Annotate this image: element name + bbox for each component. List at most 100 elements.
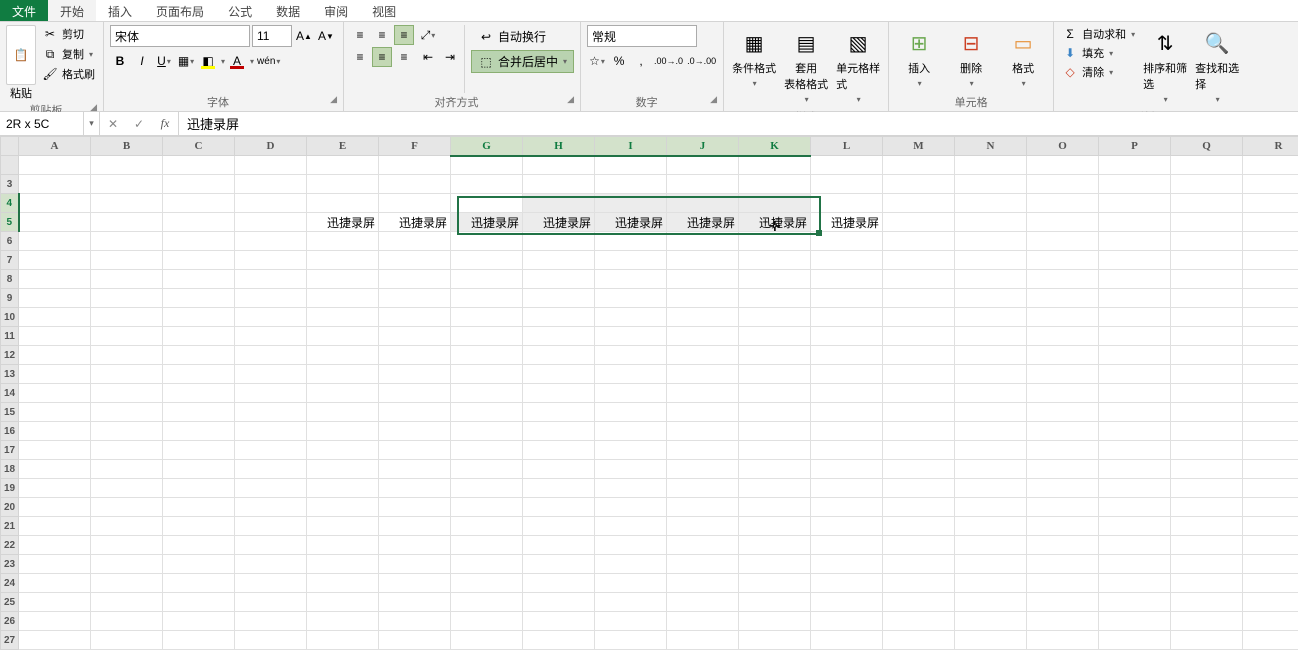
cell-L26[interactable] xyxy=(811,612,883,631)
row-header-10[interactable]: 10 xyxy=(1,308,19,327)
cell-J17[interactable] xyxy=(667,441,739,460)
cell-K10[interactable] xyxy=(739,308,811,327)
merge-center-button[interactable]: ⬚合并后居中▾ xyxy=(471,50,574,73)
cell-R10[interactable] xyxy=(1243,308,1298,327)
tab-insert[interactable]: 插入 xyxy=(96,0,144,21)
cell-L7[interactable] xyxy=(811,251,883,270)
cell-L14[interactable] xyxy=(811,384,883,403)
cell-Q7[interactable] xyxy=(1171,251,1243,270)
increase-indent-button[interactable]: ⇥ xyxy=(440,47,460,67)
cell-R11[interactable] xyxy=(1243,327,1298,346)
cell-P21[interactable] xyxy=(1099,517,1171,536)
cell-Q19[interactable] xyxy=(1171,479,1243,498)
cell-K8[interactable] xyxy=(739,270,811,289)
col-header-A[interactable]: A xyxy=(19,137,91,156)
cell-C6[interactable] xyxy=(163,232,235,251)
cell-B5[interactable] xyxy=(91,213,163,232)
cell-K11[interactable] xyxy=(739,327,811,346)
cell-K7[interactable] xyxy=(739,251,811,270)
cell-G6[interactable] xyxy=(451,232,523,251)
orientation-button[interactable]: ⤢▾ xyxy=(418,25,438,45)
cell-F15[interactable] xyxy=(379,403,451,422)
cell-Q9[interactable] xyxy=(1171,289,1243,308)
delete-cells-button[interactable]: ⊟删除▾ xyxy=(947,25,995,93)
align-dialog-icon[interactable]: ◢ xyxy=(567,94,574,105)
cell-B7[interactable] xyxy=(91,251,163,270)
cell-I21[interactable] xyxy=(595,517,667,536)
cell-C17[interactable] xyxy=(163,441,235,460)
cell-H17[interactable] xyxy=(523,441,595,460)
cell-R14[interactable] xyxy=(1243,384,1298,403)
cell-F18[interactable] xyxy=(379,460,451,479)
cell-G13[interactable] xyxy=(451,365,523,384)
sort-filter-button[interactable]: ⇅排序和筛选▾ xyxy=(1141,25,1189,108)
col-header-C[interactable]: C xyxy=(163,137,235,156)
cell-O11[interactable] xyxy=(1027,327,1099,346)
cell-F26[interactable] xyxy=(379,612,451,631)
cell-M13[interactable] xyxy=(883,365,955,384)
row-header-16[interactable]: 16 xyxy=(1,422,19,441)
tab-home[interactable]: 开始 xyxy=(48,0,96,21)
cell-I6[interactable] xyxy=(595,232,667,251)
cell-J21[interactable] xyxy=(667,517,739,536)
cell-D6[interactable] xyxy=(235,232,307,251)
row-header-12[interactable]: 12 xyxy=(1,346,19,365)
decrease-indent-button[interactable]: ⇤ xyxy=(418,47,438,67)
cell-C24[interactable] xyxy=(163,574,235,593)
cell-I18[interactable] xyxy=(595,460,667,479)
cell-L5[interactable]: 迅捷录屏 xyxy=(811,213,883,232)
cell-C2[interactable] xyxy=(163,156,235,175)
cell-E7[interactable] xyxy=(307,251,379,270)
cell-L27[interactable] xyxy=(811,631,883,650)
row-header-19[interactable]: 19 xyxy=(1,479,19,498)
cell-E8[interactable] xyxy=(307,270,379,289)
cell-G4[interactable] xyxy=(451,194,523,213)
cell-Q12[interactable] xyxy=(1171,346,1243,365)
cell-P4[interactable] xyxy=(1099,194,1171,213)
cell-K17[interactable] xyxy=(739,441,811,460)
underline-button[interactable]: U▾ xyxy=(154,51,174,71)
align-left-button[interactable]: ≡ xyxy=(350,47,370,67)
cell-E27[interactable] xyxy=(307,631,379,650)
cell-Q18[interactable] xyxy=(1171,460,1243,479)
cell-Q2[interactable] xyxy=(1171,156,1243,175)
col-header-N[interactable]: N xyxy=(955,137,1027,156)
cell-Q8[interactable] xyxy=(1171,270,1243,289)
cell-I20[interactable] xyxy=(595,498,667,517)
cell-R12[interactable] xyxy=(1243,346,1298,365)
cell-G15[interactable] xyxy=(451,403,523,422)
bold-button[interactable]: B xyxy=(110,51,130,71)
cell-H27[interactable] xyxy=(523,631,595,650)
cell-P5[interactable] xyxy=(1099,213,1171,232)
cell-E23[interactable] xyxy=(307,555,379,574)
cell-G25[interactable] xyxy=(451,593,523,612)
cell-I9[interactable] xyxy=(595,289,667,308)
fill-color-button[interactable]: ◧ xyxy=(198,51,218,71)
cell-O13[interactable] xyxy=(1027,365,1099,384)
row-header-4[interactable]: 4 xyxy=(1,194,19,213)
cell-Q15[interactable] xyxy=(1171,403,1243,422)
cell-O7[interactable] xyxy=(1027,251,1099,270)
cell-L10[interactable] xyxy=(811,308,883,327)
cell-F11[interactable] xyxy=(379,327,451,346)
cell-M17[interactable] xyxy=(883,441,955,460)
cell-P16[interactable] xyxy=(1099,422,1171,441)
cell-L25[interactable] xyxy=(811,593,883,612)
fill-button[interactable]: ⬇填充▾ xyxy=(1060,44,1137,62)
cell-A20[interactable] xyxy=(19,498,91,517)
cell-O19[interactable] xyxy=(1027,479,1099,498)
decrease-decimal-button[interactable]: .0→.00 xyxy=(686,51,717,71)
row-header-8[interactable]: 8 xyxy=(1,270,19,289)
cell-G10[interactable] xyxy=(451,308,523,327)
cell-M6[interactable] xyxy=(883,232,955,251)
cell-M19[interactable] xyxy=(883,479,955,498)
cell-E19[interactable] xyxy=(307,479,379,498)
cut-button[interactable]: ✂剪切 xyxy=(40,25,97,43)
cell-J24[interactable] xyxy=(667,574,739,593)
cell-K15[interactable] xyxy=(739,403,811,422)
cell-O12[interactable] xyxy=(1027,346,1099,365)
cell-P6[interactable] xyxy=(1099,232,1171,251)
col-header-H[interactable]: H xyxy=(523,137,595,156)
cell-N18[interactable] xyxy=(955,460,1027,479)
col-header-I[interactable]: I xyxy=(595,137,667,156)
